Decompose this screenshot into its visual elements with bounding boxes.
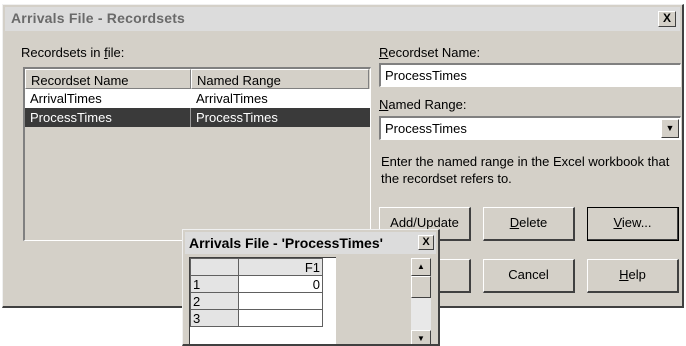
close-button[interactable]: X (658, 11, 676, 27)
list-row-processtimes[interactable]: ProcessTimes ProcessTimes (25, 108, 370, 127)
arrow-up-icon: ▲ (417, 262, 425, 271)
list-row-arrivaltimes[interactable]: ArrivalTimes ArrivalTimes (25, 89, 370, 108)
recordset-name-input[interactable]: ProcessTimes (379, 63, 681, 87)
preview-window: Arrivals File - 'ProcessTimes' X F1 1 0 … (182, 229, 440, 346)
grid-corner-cell[interactable] (190, 258, 239, 276)
named-range-combo[interactable]: ProcessTimes ▼ (379, 116, 681, 140)
preview-title: Arrivals File - 'ProcessTimes' (189, 235, 383, 251)
recordset-name-label: Recordset Name: (379, 45, 481, 60)
chevron-down-icon: ▼ (665, 123, 675, 133)
help-button[interactable]: Help (587, 259, 679, 293)
grid-cell[interactable] (238, 309, 323, 327)
scroll-down-button[interactable]: ▼ (411, 330, 431, 344)
preview-title-bar[interactable]: Arrivals File - 'ProcessTimes' X (185, 232, 436, 254)
close-icon: X (662, 11, 671, 25)
named-range-value: ProcessTimes (385, 121, 467, 136)
arrow-down-icon: ▼ (417, 334, 425, 343)
dialog-title: Arrivals File - Recordsets (11, 10, 186, 26)
grid-cell[interactable]: 0 (238, 275, 323, 293)
column-header-recordset-name[interactable]: Recordset Name (25, 69, 191, 89)
view-button[interactable]: View... (587, 207, 679, 241)
close-icon: X (422, 236, 430, 248)
recordsets-list[interactable]: Recordset Name Named Range ArrivalTimes … (23, 67, 371, 241)
recordset-name-cell: ArrivalTimes (30, 91, 102, 106)
table-row: 1 0 (190, 275, 323, 293)
row-header[interactable]: 2 (190, 292, 239, 310)
named-range-cell: ProcessTimes (196, 110, 278, 125)
grid-cell[interactable] (238, 292, 323, 310)
dropdown-arrow-button[interactable]: ▼ (661, 119, 679, 138)
recordsets-in-file-label: Recordsets in file: (21, 45, 125, 60)
table-row: 2 (190, 292, 323, 310)
row-header[interactable]: 3 (190, 309, 239, 327)
grid-column-header[interactable]: F1 (238, 258, 323, 276)
row-header[interactable]: 1 (190, 275, 239, 293)
scroll-thumb[interactable] (411, 276, 431, 298)
table-row: 3 (190, 309, 323, 327)
recordset-name-cell: ProcessTimes (25, 108, 191, 127)
delete-button[interactable]: Delete (483, 207, 575, 241)
named-range-label: Named Range: (379, 97, 467, 112)
title-bar[interactable]: Arrivals File - Recordsets X (5, 7, 680, 31)
list-header: Recordset Name Named Range (25, 69, 370, 89)
preview-close-button[interactable]: X (418, 235, 434, 250)
cancel-button[interactable]: Cancel (483, 259, 575, 293)
preview-grid: F1 1 0 2 3 (189, 257, 336, 344)
column-header-named-range[interactable]: Named Range (191, 69, 369, 89)
vertical-scrollbar[interactable]: ▲ ▼ (411, 258, 431, 344)
named-range-cell: ArrivalTimes (196, 91, 268, 106)
help-text: Enter the named range in the Excel workb… (381, 154, 670, 186)
grid-header-row: F1 (190, 258, 323, 276)
scroll-up-button[interactable]: ▲ (411, 258, 431, 276)
